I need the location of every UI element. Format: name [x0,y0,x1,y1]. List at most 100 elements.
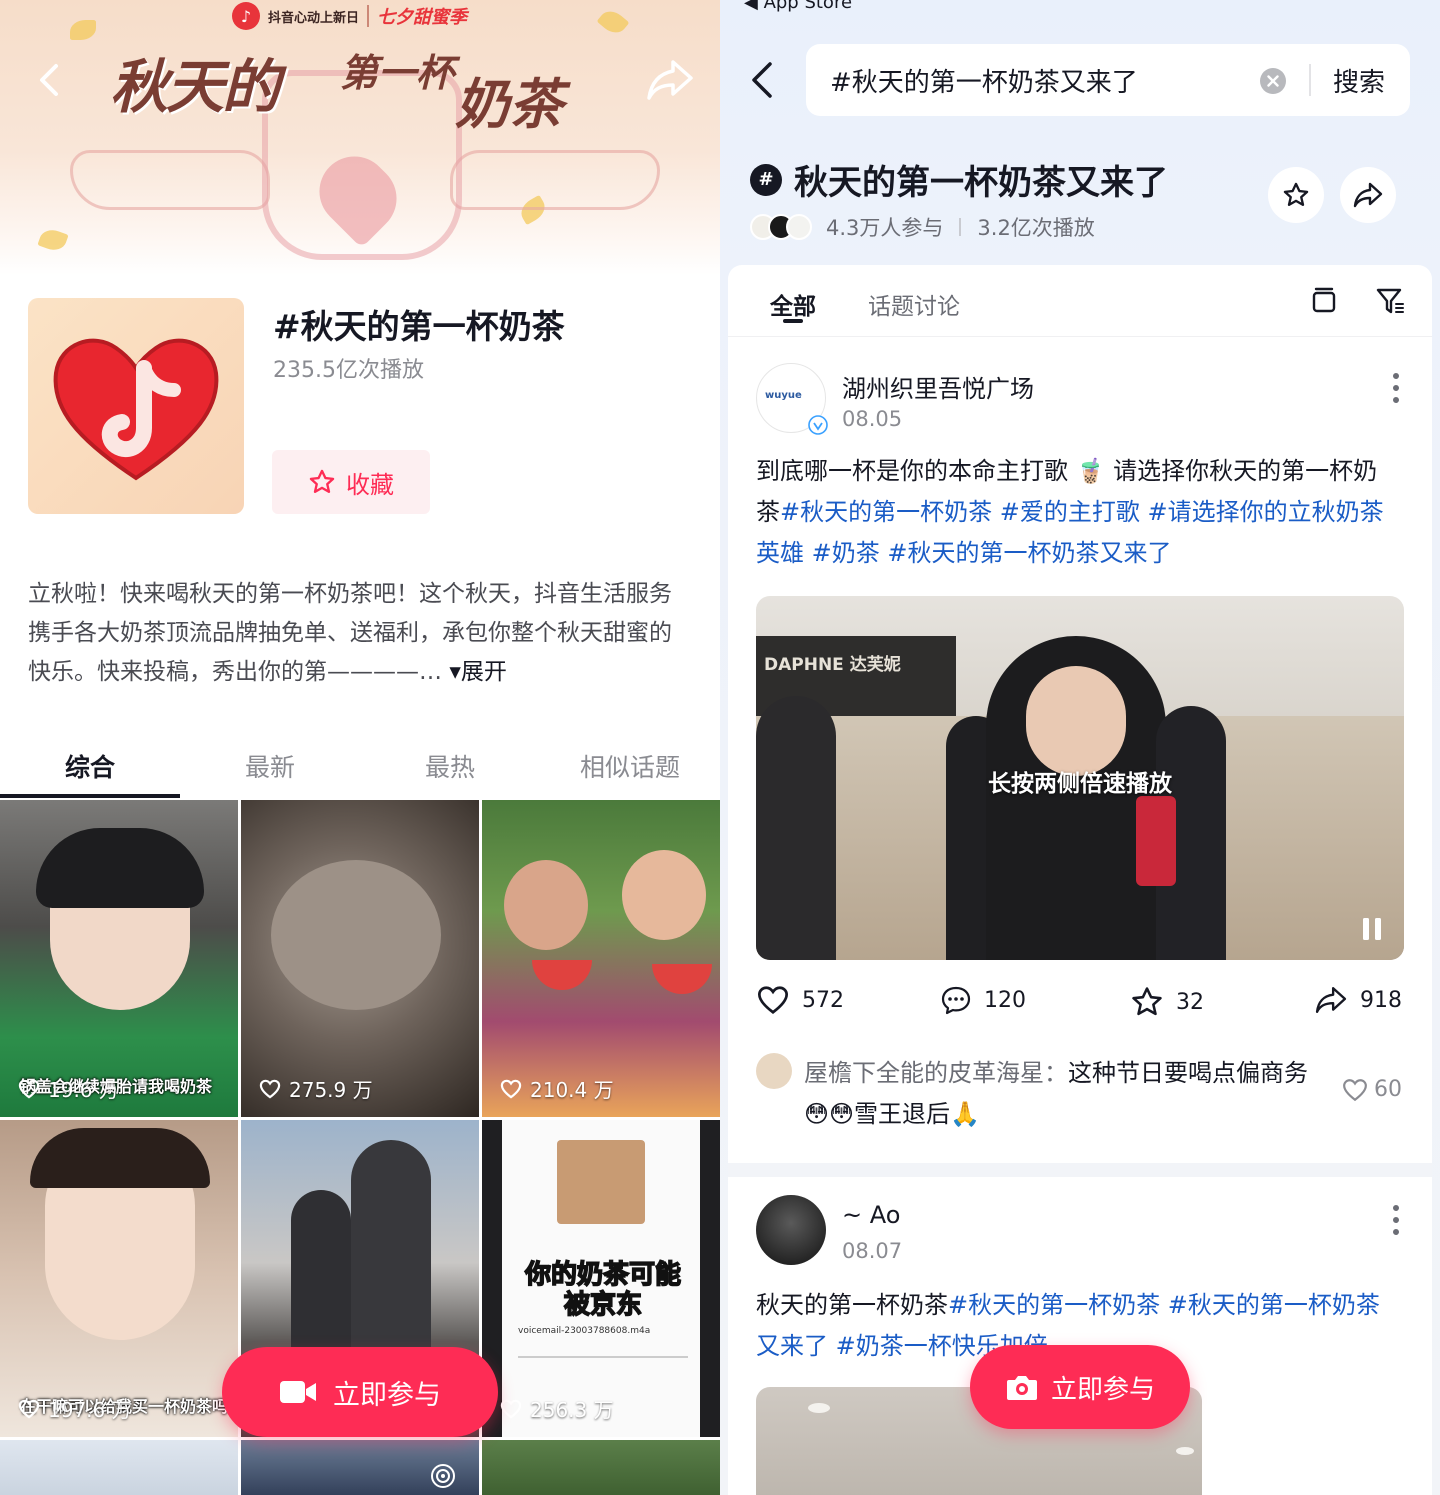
banner-title-part2: 第一杯 [340,51,455,95]
hashtag-page-right: ◀ App Store #秋天的第一杯奶茶又来了 搜索 # 秋天的第一杯奶茶又来… [720,0,1440,1495]
search-input[interactable]: #秋天的第一杯奶茶又来了 [830,62,1138,99]
layout-toggle-button[interactable] [1308,285,1340,317]
video-likes: 19.6 万 [18,1074,119,1103]
comment-button[interactable]: 120 [940,985,1026,1015]
video-likes: 275.9 万 [259,1074,373,1103]
author-name[interactable]: 湖州织里吾悦广场 [842,369,1034,404]
heart-icon [500,1079,522,1099]
video-thumbnail[interactable] [0,1440,238,1495]
video-thumbnail[interactable]: 你的奶茶可能被京东 voicemail-23003788608.m4a 256.… [482,1120,720,1437]
divider [367,5,370,27]
feed-panel: 全部 话题讨论 wuyue 湖州织里吾悦广场 08.05 到底哪一杯是你的本命主… [728,265,1432,1495]
share-button[interactable] [1340,167,1396,223]
filter-icon [1376,288,1404,314]
topic-title: #秋天的第一杯奶茶 [273,307,565,346]
heart-icon [259,1079,281,1099]
tab-latest[interactable]: 最新 [180,730,360,800]
tab-comprehensive[interactable]: 综合 [0,730,180,800]
tab-discussion[interactable]: 话题讨论 [868,287,960,321]
filter-button[interactable] [1374,285,1406,317]
share-count: 918 [1360,987,1402,1013]
heart-icon [18,1079,40,1099]
favorite-label: 收藏 [346,470,394,499]
video-overlay-hint: 长按两侧倍速播放 [988,771,1172,797]
hair-illustration [36,828,204,908]
post-date: 08.05 [842,407,903,431]
hair-illustration [30,1128,210,1188]
commenter-avatar[interactable] [756,1053,792,1089]
comment-count: 120 [984,987,1026,1013]
share-button[interactable]: 918 [1314,985,1402,1015]
topic-cover [28,298,244,514]
participant-avatars [750,214,812,240]
layout-icon [1312,287,1336,313]
tab-hottest[interactable]: 最热 [360,730,540,800]
favorite-button[interactable] [1268,167,1324,223]
like-button[interactable]: 572 [756,985,844,1015]
back-button[interactable] [748,60,778,100]
voicemail-file: voicemail-23003788608.m4a [518,1326,651,1336]
clear-icon [1267,75,1279,87]
favorite-button[interactable]: 收藏 [272,450,430,514]
star-icon [1132,987,1162,1016]
search-button[interactable]: 搜索 [1333,62,1385,99]
hashtag-link[interactable]: #秋天的第一杯奶茶 [780,498,992,526]
post-date: 08.07 [842,1239,903,1263]
video-thumbnail[interactable]: 210.4 万 [482,800,720,1117]
search-bar: #秋天的第一杯奶茶又来了 搜索 [806,44,1410,116]
commenter-name[interactable]: 屋檐下全能的皮革海星： [804,1059,1068,1087]
hashtag-link[interactable]: #奶茶 [812,539,880,567]
comment-icon [941,986,971,1015]
banner-brand-text2: 七夕甜蜜季 [377,7,468,28]
active-tab-indicator [783,319,803,323]
tab-similar-topics[interactable]: 相似话题 [540,730,720,800]
cat-illustration [271,860,441,1010]
author-avatar[interactable] [756,1195,826,1265]
join-now-button[interactable]: 立即参与 [970,1345,1190,1429]
verified-icon [808,415,828,435]
hashtag-link[interactable]: #秋天的第一杯奶茶 [948,1291,1160,1319]
video-likes: 256.3 万 [500,1394,614,1423]
favorite-count: 32 [1176,989,1204,1015]
ceiling-light [1176,1447,1194,1455]
join-now-button[interactable]: 立即参与 [222,1347,498,1437]
back-arrow-icon [752,62,772,98]
video-likes: 210.4 万 [500,1074,614,1103]
comment-like-button[interactable]: 60 [1342,1077,1402,1102]
back-arrow-icon [40,64,58,96]
video-player[interactable]: DAPHNE 达芙妮 长按两侧倍速播放 [756,596,1404,960]
likes-count: 197.6 万 [48,1398,132,1422]
post-body: 秋天的第一杯奶茶 [756,1291,948,1319]
expand-link[interactable]: ▾展开 [449,659,507,685]
author-name[interactable]: ~ Ao [842,1201,900,1229]
ceiling-light [808,1403,830,1413]
pause-icon[interactable] [1360,916,1384,942]
leaf-decoration [596,5,630,39]
hand-illustration [70,150,270,210]
banner-brand: ♪ 抖音心动上新日 七夕甜蜜季 [232,2,467,30]
leaf-decoration [37,226,69,254]
live-icon [431,1464,455,1488]
post-text: 到底哪一杯是你的本命主打歌 🧋 请选择你秋天的第一杯奶茶#秋天的第一杯奶茶 #爱… [756,451,1396,574]
tab-all[interactable]: 全部 [770,287,816,321]
video-thumbnail[interactable] [482,1440,720,1495]
hashtag-link[interactable]: #秋天的第一杯奶茶又来了 [887,539,1171,567]
clear-search-button[interactable] [1260,68,1286,94]
favorite-button[interactable]: 32 [1130,985,1204,1019]
video-caption: 你的奶茶可能被京东 [524,1259,682,1321]
post-separator [728,1163,1432,1177]
comment-text: 屋檐下全能的皮革海星：这种节日要喝点偏商务😳😳雪王退后🙏 [804,1053,1324,1135]
back-to-app-store[interactable]: ◀ App Store [744,0,852,13]
video-thumbnail[interactable]: 275.9 万 [241,800,479,1117]
video-thumbnail[interactable]: 锅盖会继续爆胎请我喝奶茶 19.6 万 [0,800,238,1117]
video-thumbnail[interactable]: 在干嘛可以给我买一杯奶茶吗 197.6 万 [0,1120,238,1437]
share-button[interactable] [645,58,695,102]
heart-icon [1343,1078,1367,1101]
likes-count: 275.9 万 [289,1078,373,1102]
hashtag-link[interactable]: #爱的主打歌 [1000,498,1140,526]
back-button[interactable] [30,60,70,100]
more-icon[interactable] [1392,371,1400,405]
share-icon [1315,987,1347,1013]
video-thumbnail[interactable] [241,1440,479,1495]
more-icon[interactable] [1392,1203,1400,1237]
